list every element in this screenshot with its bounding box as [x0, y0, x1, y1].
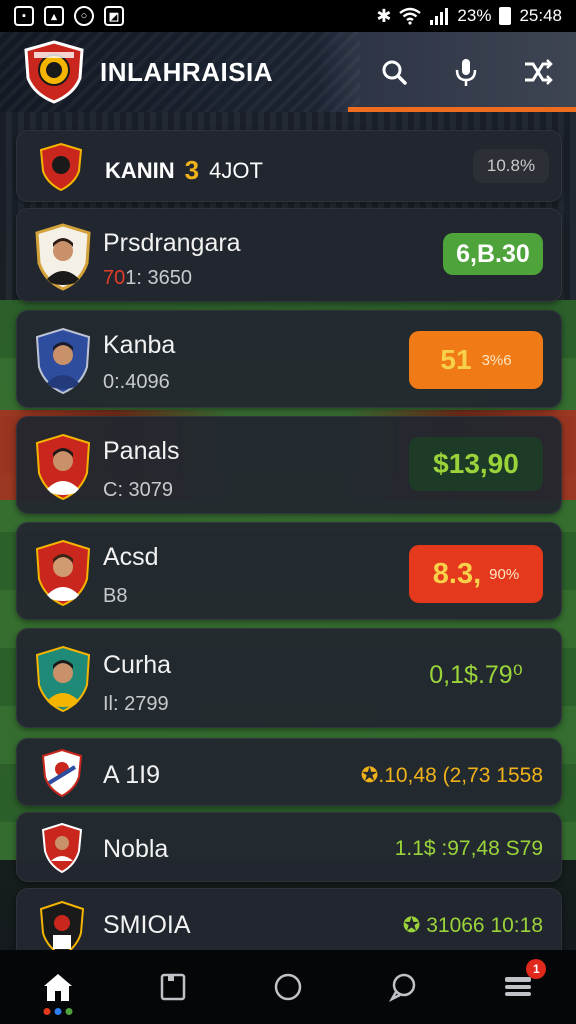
signal-icon: [430, 8, 449, 25]
featured-row[interactable]: KANIN 3 4JOT 10.8%: [16, 130, 562, 202]
status-bar: ▪ ▴ ○ ◩ ✱ 23% 25:48: [0, 0, 576, 32]
featured-badge: 10.8%: [473, 149, 549, 183]
player-avatar-icon: [35, 327, 91, 395]
team-name: A 1I9: [103, 761, 160, 789]
player-stat: C: 3079: [103, 479, 174, 501]
team-crest-icon: [41, 749, 83, 797]
team-name: Nobla: [103, 835, 169, 863]
search-icon: [382, 60, 407, 85]
app-title: INLAHRAISIA: [100, 56, 274, 87]
home-icon: [43, 974, 72, 1001]
featured-crest-icon: [39, 143, 83, 191]
player-stat: B8: [103, 585, 128, 607]
voice-button[interactable]: [450, 56, 482, 88]
battery-icon: [499, 7, 512, 25]
price-pill[interactable]: 8.3, 90%: [409, 545, 543, 603]
player-avatar-icon: [35, 223, 91, 291]
player-row[interactable]: Panals C: 3079 $13,90: [16, 416, 562, 514]
featured-label: KANIN: [105, 157, 175, 183]
club-logo[interactable]: [22, 40, 86, 104]
nav-menu[interactable]: 1: [488, 957, 548, 1017]
price-pill[interactable]: 6,B.30: [443, 233, 543, 275]
team-name: SMIOIA: [103, 911, 191, 939]
nav-bookmarks[interactable]: [143, 957, 203, 1017]
price-pill[interactable]: 51 3%6: [409, 331, 543, 389]
circle-icon: [274, 973, 302, 1001]
active-indicator: [43, 1008, 73, 1015]
header-accent-bar: [348, 107, 576, 112]
team-row[interactable]: Nobla 1.1$ :97,48 S79: [16, 812, 562, 882]
shuffle-button[interactable]: [522, 56, 554, 88]
price-value: 51: [440, 344, 472, 375]
player-name: Acsd: [103, 543, 159, 571]
header-actions: [378, 32, 554, 112]
notification-badge: 1: [526, 959, 547, 979]
featured-number: 3: [184, 155, 200, 185]
gallery-icon: ▪: [14, 6, 34, 26]
player-row[interactable]: Acsd B8 8.3, 90%: [16, 522, 562, 620]
message-icon: ○: [74, 6, 94, 26]
status-notifications: ▪ ▴ ○ ◩: [14, 6, 124, 26]
search-button[interactable]: [378, 56, 410, 88]
microphone-icon: [455, 59, 477, 86]
nav-chat[interactable]: [373, 957, 433, 1017]
image-icon: ▴: [44, 6, 64, 26]
bottom-nav: 1: [0, 950, 576, 1024]
chat-icon: [389, 973, 416, 1002]
photo-icon: ◩: [104, 6, 124, 26]
club-crest-icon: [24, 40, 84, 104]
price-pill[interactable]: $13,90: [409, 437, 543, 491]
team-value: ✪.10,48 (2,73 1558: [360, 764, 543, 787]
nav-explore[interactable]: [258, 957, 318, 1017]
bluetooth-icon: ✱: [376, 5, 392, 26]
player-avatar-icon: [35, 645, 91, 713]
team-row[interactable]: A 1I9 ✪.10,48 (2,73 1558: [16, 738, 562, 806]
player-name: Panals: [103, 437, 180, 465]
price-value[interactable]: 0,1$.79⁰: [409, 653, 543, 697]
featured-count: 4JOT: [209, 157, 263, 183]
player-stat: 701: 3650: [103, 267, 192, 289]
player-name: Kanba: [103, 331, 176, 359]
player-stat: Il: 2799: [103, 693, 169, 715]
price-change: 3%6: [481, 351, 512, 369]
bookmark-icon: [160, 973, 186, 1001]
player-name: Curha: [103, 651, 172, 679]
app-header: INLAHRAISIA: [0, 32, 576, 112]
status-system: ✱ 23% 25:48: [376, 6, 562, 27]
team-value: ✪ 31066 10:18: [402, 914, 543, 937]
player-stat: 0:.4096: [103, 371, 170, 393]
player-avatar-icon: [35, 433, 91, 501]
player-avatar-icon: [35, 539, 91, 607]
player-row[interactable]: Curha Il: 2799 0,1$.79⁰: [16, 628, 562, 728]
wifi-icon: [399, 7, 422, 25]
player-row[interactable]: Prsdrangara 701: 3650 6,B.30: [16, 208, 562, 302]
team-crest-icon: [39, 901, 85, 957]
team-value: 1.1$ :97,48 S79: [394, 837, 543, 860]
team-crest-icon: [41, 823, 83, 873]
battery-percent: 23%: [457, 6, 492, 25]
player-row[interactable]: Kanba 0:.4096 51 3%6: [16, 310, 562, 408]
shuffle-icon: [525, 59, 553, 85]
price-value: 8.3,: [432, 557, 482, 590]
clock: 25:48: [519, 6, 562, 25]
nav-home[interactable]: [28, 957, 88, 1017]
player-name: Prsdrangara: [103, 229, 241, 257]
price-change: 90%: [489, 565, 520, 583]
